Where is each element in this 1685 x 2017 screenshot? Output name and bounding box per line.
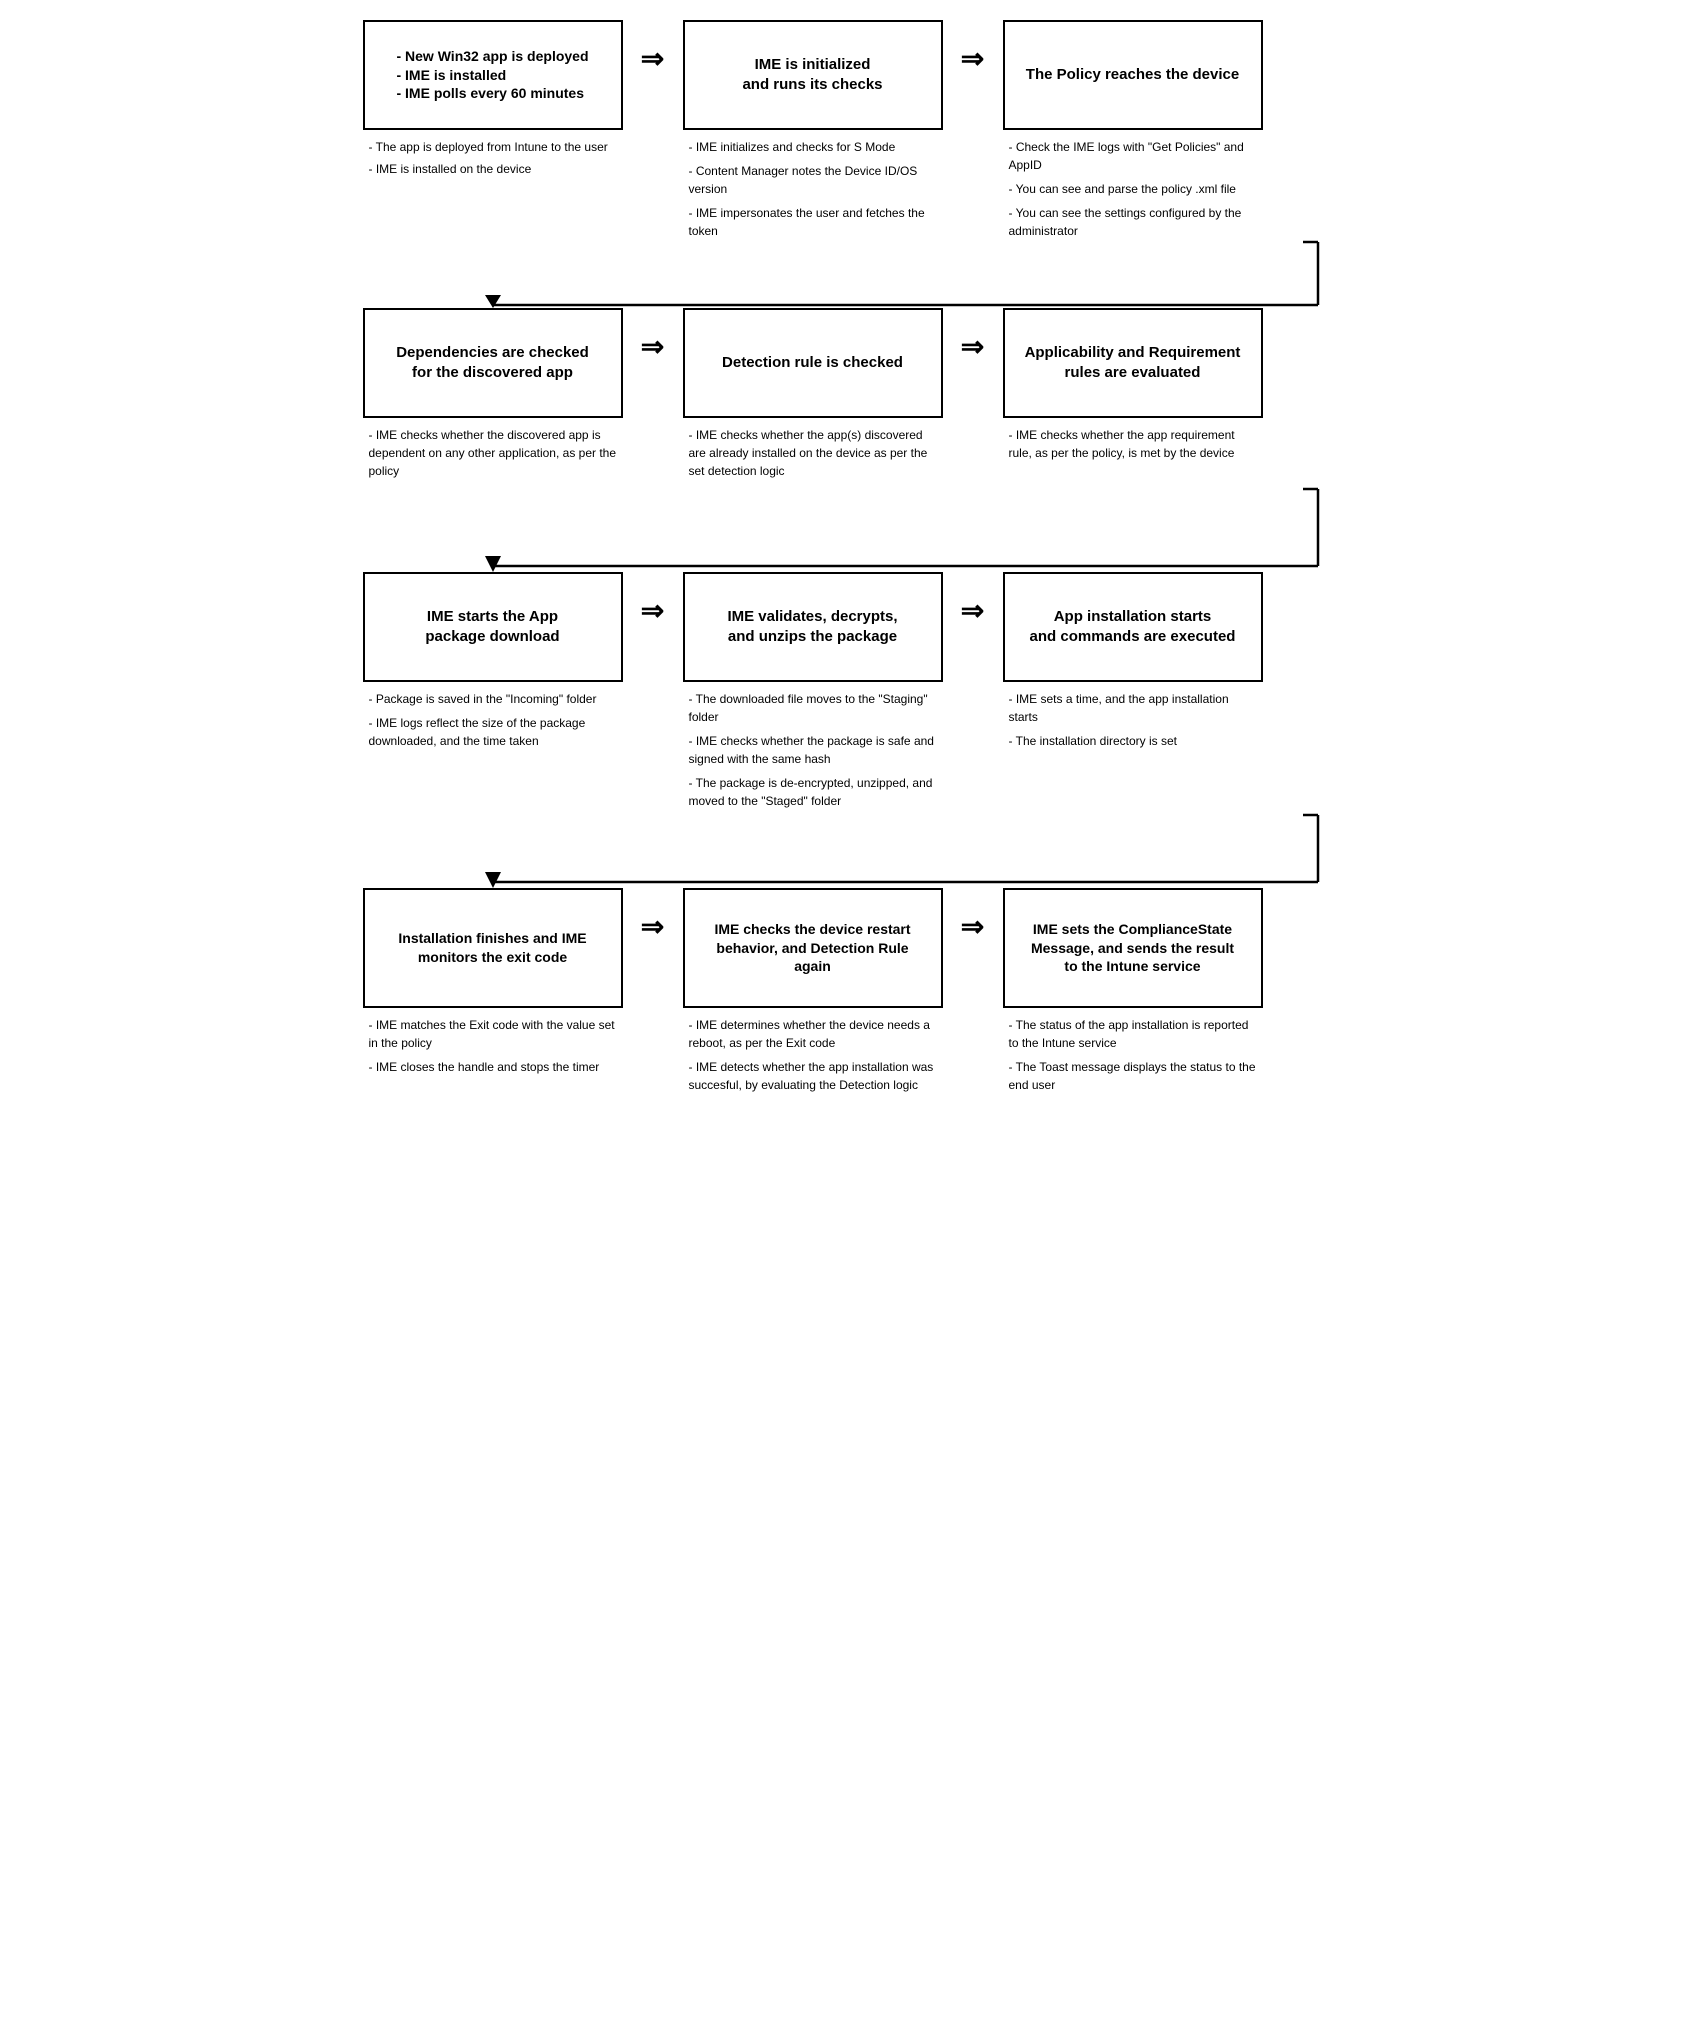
arrow-8-9: ⇒ [943, 572, 1003, 627]
box-10: Installation finishes and IME monitors t… [363, 888, 623, 1008]
connector-svg-2 [363, 484, 1323, 572]
note-3-3: - You can see the settings configured by… [1009, 204, 1257, 240]
box-9-title: App installation starts and commands are… [1030, 607, 1236, 648]
col-11: IME checks the device restart behavior, … [683, 888, 943, 1094]
row-3: IME starts the App package download - Pa… [363, 572, 1323, 810]
box-12-title: IME sets the ComplianceState Message, an… [1031, 920, 1234, 977]
note-12-1: - The status of the app installation is … [1009, 1016, 1257, 1052]
box-7-note: - Package is saved in the "Incoming" fol… [363, 682, 623, 750]
box-11: IME checks the device restart behavior, … [683, 888, 943, 1008]
box-6-note: - IME checks whether the app requirement… [1003, 418, 1263, 466]
note-1-2: - IME is installed on the device [369, 160, 617, 178]
box-1-note: - The app is deployed from Intune to the… [363, 130, 623, 182]
note-10-1: - IME matches the Exit code with the val… [369, 1016, 617, 1052]
box-10-note: - IME matches the Exit code with the val… [363, 1008, 623, 1076]
arrow-5-6: ⇒ [943, 308, 1003, 363]
box-6-title: Applicability and Requirement rules are … [1019, 343, 1247, 384]
box-2: IME is initialized and runs its checks [683, 20, 943, 130]
box-4-note: - IME checks whether the discovered app … [363, 418, 623, 484]
note-8-2: - IME checks whether the package is safe… [689, 732, 937, 768]
arrow-7-8: ⇒ [623, 572, 683, 627]
box-6: Applicability and Requirement rules are … [1003, 308, 1263, 418]
arrow-1-2: ⇒ [623, 20, 683, 75]
note-11-1: - IME determines whether the device need… [689, 1016, 937, 1052]
box-9-note: - IME sets a time, and the app installat… [1003, 682, 1263, 750]
note-9-1: - IME sets a time, and the app installat… [1009, 690, 1257, 726]
arrow-2-3: ⇒ [943, 20, 1003, 75]
note-10-2: - IME closes the handle and stops the ti… [369, 1058, 617, 1076]
col-6: Applicability and Requirement rules are … [1003, 308, 1263, 466]
box-5-title: Detection rule is checked [722, 353, 903, 373]
note-1-1: - The app is deployed from Intune to the… [369, 138, 617, 156]
note-6-1: - IME checks whether the app requirement… [1009, 426, 1257, 462]
row-4: Installation finishes and IME monitors t… [363, 888, 1323, 1094]
col-10: Installation finishes and IME monitors t… [363, 888, 623, 1076]
arrow-11-12: ⇒ [943, 888, 1003, 943]
note-8-1: - The downloaded file moves to the "Stag… [689, 690, 937, 726]
box-3: The Policy reaches the device [1003, 20, 1263, 130]
col-1: - New Win32 app is deployed - IME is ins… [363, 20, 623, 182]
box-3-note: - Check the IME logs with "Get Policies"… [1003, 130, 1263, 240]
col-4: Dependencies are checked for the discove… [363, 308, 623, 484]
box-2-title: IME is initialized and runs its checks [742, 55, 882, 96]
row-2: Dependencies are checked for the discove… [363, 308, 1323, 484]
note-3-1: - Check the IME logs with "Get Policies"… [1009, 138, 1257, 174]
note-4-1: - IME checks whether the discovered app … [369, 426, 617, 480]
box-8-note: - The downloaded file moves to the "Stag… [683, 682, 943, 810]
connector-svg-3 [363, 810, 1323, 888]
connector-row2-row3 [363, 484, 1323, 572]
note-11-2: - IME detects whether the app installati… [689, 1058, 937, 1094]
row-1: - New Win32 app is deployed - IME is ins… [363, 20, 1323, 240]
box-10-title: Installation finishes and IME monitors t… [379, 929, 607, 967]
arrow-10-11: ⇒ [623, 888, 683, 943]
box-3-title: The Policy reaches the device [1026, 65, 1239, 85]
box-2-note: - IME initializes and checks for S Mode … [683, 130, 943, 240]
box-5-note: - IME checks whether the app(s) discover… [683, 418, 943, 484]
connector-svg-1 [363, 240, 1323, 308]
col-8: IME validates, decrypts, and unzips the … [683, 572, 943, 810]
note-2-1: - IME initializes and checks for S Mode [689, 138, 937, 156]
col-2: IME is initialized and runs its checks -… [683, 20, 943, 240]
box-11-note: - IME determines whether the device need… [683, 1008, 943, 1094]
box-4: Dependencies are checked for the discove… [363, 308, 623, 418]
note-12-2: - The Toast message displays the status … [1009, 1058, 1257, 1094]
note-7-1: - Package is saved in the "Incoming" fol… [369, 690, 617, 708]
note-7-2: - IME logs reflect the size of the packa… [369, 714, 617, 750]
box-5: Detection rule is checked [683, 308, 943, 418]
box-4-title: Dependencies are checked for the discove… [396, 343, 589, 384]
connector-row1-row2 [363, 240, 1323, 308]
note-5-1: - IME checks whether the app(s) discover… [689, 426, 937, 480]
col-3: The Policy reaches the device - Check th… [1003, 20, 1263, 240]
box-12-note: - The status of the app installation is … [1003, 1008, 1263, 1094]
box-11-title: IME checks the device restart behavior, … [714, 920, 910, 977]
col-9: App installation starts and commands are… [1003, 572, 1263, 750]
box-12: IME sets the ComplianceState Message, an… [1003, 888, 1263, 1008]
col-5: Detection rule is checked - IME checks w… [683, 308, 943, 484]
col-7: IME starts the App package download - Pa… [363, 572, 623, 750]
note-2-3: - IME impersonates the user and fetches … [689, 204, 937, 240]
col-12: IME sets the ComplianceState Message, an… [1003, 888, 1263, 1094]
box-8: IME validates, decrypts, and unzips the … [683, 572, 943, 682]
connector-row3-row4 [363, 810, 1323, 888]
box-7: IME starts the App package download [363, 572, 623, 682]
note-3-2: - You can see and parse the policy .xml … [1009, 180, 1257, 198]
note-8-3: - The package is de-encrypted, unzipped,… [689, 774, 937, 810]
arrow-4-5: ⇒ [623, 308, 683, 363]
box-1: - New Win32 app is deployed - IME is ins… [363, 20, 623, 130]
note-2-2: - Content Manager notes the Device ID/OS… [689, 162, 937, 198]
box-7-title: IME starts the App package download [425, 607, 559, 648]
box-9: App installation starts and commands are… [1003, 572, 1263, 682]
box-8-title: IME validates, decrypts, and unzips the … [727, 607, 897, 648]
diagram: - New Win32 app is deployed - IME is ins… [363, 20, 1323, 1094]
box-1-title: - New Win32 app is deployed - IME is ins… [396, 47, 588, 104]
note-9-2: - The installation directory is set [1009, 732, 1257, 750]
